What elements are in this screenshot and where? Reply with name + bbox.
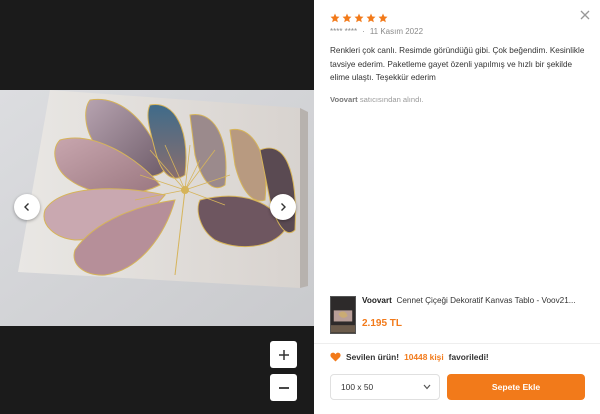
favorite-info: Sevilen ürün! 10448 kişi favoriledi! — [330, 352, 489, 362]
seller-suffix: satıcısından alındı. — [359, 95, 424, 104]
size-select[interactable]: 100 x 50 — [330, 374, 440, 400]
product-title: Cennet Çiçeği Dekoratif Kanvas Tablo - V… — [396, 296, 576, 305]
zoom-in-button[interactable] — [270, 341, 297, 368]
star-icon — [366, 13, 376, 23]
chevron-left-icon — [24, 203, 29, 211]
review-date: 11 Kasım 2022 — [369, 27, 424, 36]
size-select-value: 100 x 50 — [341, 382, 374, 392]
product-card[interactable]: Voovart Cennet Çiçeği Dekoratif Kanvas T… — [330, 296, 594, 336]
image-gallery — [0, 0, 314, 414]
favorite-prefix: Sevilen ürün! — [346, 352, 400, 362]
previous-image-button[interactable] — [14, 194, 40, 220]
favorite-count: 10448 kişi — [404, 352, 444, 362]
product-name[interactable]: Voovart Cennet Çiçeği Dekoratif Kanvas T… — [362, 296, 592, 305]
close-icon[interactable] — [579, 9, 591, 21]
review-panel: **** **** · 11 Kasım 2022 Renkleri çok c… — [314, 0, 600, 414]
review-text: Renkleri çok canlı. Resimde göründüğü gi… — [330, 46, 585, 82]
next-image-button[interactable] — [270, 194, 296, 220]
zoom-out-button[interactable] — [270, 374, 297, 401]
chevron-down-icon — [423, 384, 431, 390]
star-icon — [330, 13, 340, 23]
review-image-modal: **** **** · 11 Kasım 2022 Renkleri çok c… — [0, 0, 600, 414]
reviewer-name: **** **** — [330, 27, 358, 36]
star-icon — [342, 13, 352, 23]
review-meta: **** **** · 11 Kasım 2022 — [330, 27, 423, 36]
flower-canvas-photo — [0, 90, 314, 326]
chevron-right-icon — [281, 203, 286, 211]
plus-icon — [278, 349, 289, 360]
meta-separator: · — [362, 27, 365, 36]
heart-icon — [330, 352, 341, 362]
star-icon — [354, 13, 364, 23]
add-to-cart-button[interactable]: Sepete Ekle — [447, 374, 585, 400]
minus-icon — [278, 386, 289, 389]
product-thumbnail — [330, 296, 356, 334]
star-icon — [378, 13, 388, 23]
rating-stars — [330, 13, 388, 23]
product-brand: Voovart — [362, 296, 392, 305]
seller-info: Voovart satıcısından alındı. — [330, 95, 424, 104]
favorite-suffix: favoriledi! — [448, 352, 489, 362]
product-price: 2.195 TL — [362, 318, 403, 329]
seller-name[interactable]: Voovart — [330, 95, 358, 104]
divider — [314, 343, 600, 344]
